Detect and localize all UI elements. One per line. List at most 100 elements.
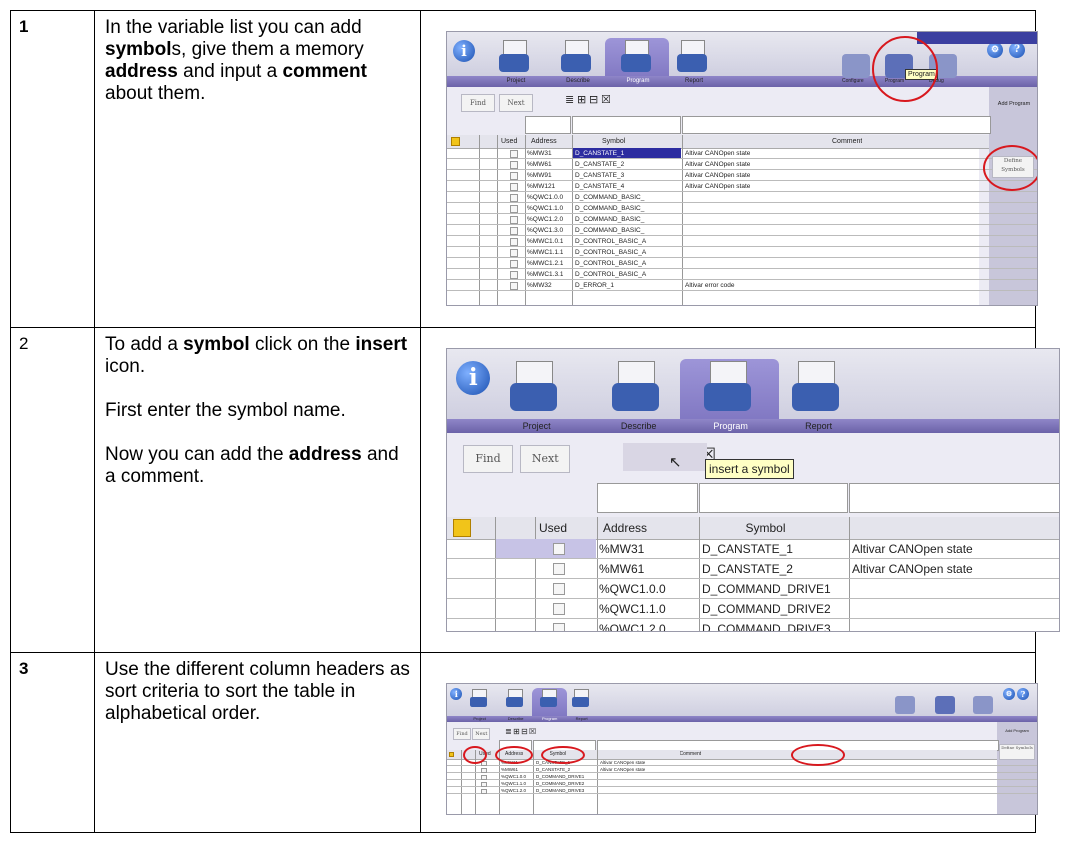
append-symbol-icon[interactable]: ⊟ [589,92,598,108]
comment-cell[interactable]: Altivar error code [685,280,735,291]
delete-symbol-icon[interactable]: ☒ [601,92,611,108]
config-configure-icon[interactable] [842,54,870,78]
used-checkbox[interactable] [510,161,518,169]
comment-cell[interactable]: Altivar CANOpen state [600,766,645,773]
address-cell[interactable]: %QWC1.2.0 [527,214,563,225]
tab-report-icon[interactable] [792,361,845,414]
used-checkbox[interactable] [553,563,565,576]
symbol-cell[interactable]: D_CANSTATE_1 [575,148,681,159]
address-cell[interactable]: %QWC1.2.0 [599,619,666,631]
address-cell[interactable]: %MWC1.3.1 [527,269,563,280]
address-cell[interactable]: %MW31 [599,539,644,559]
used-checkbox[interactable] [510,260,518,268]
symbol-cell[interactable]: D_COMMAND_BASIC_ [575,214,681,225]
used-checkbox[interactable] [553,583,565,596]
used-checkbox[interactable] [553,543,565,556]
address-cell[interactable]: %QWC1.0.0 [527,192,563,203]
used-checkbox[interactable] [481,767,487,774]
symbol-cell[interactable]: D_COMMAND_DRIVE2 [702,599,848,619]
next-button[interactable]: Next [520,445,571,473]
comment-cell[interactable]: Altivar CANOpen state [685,170,750,181]
column-header-used[interactable]: Used [539,518,567,538]
tab-describe-icon[interactable] [612,361,665,414]
tab-report-label[interactable]: Report [761,420,876,432]
symbol-edit-field[interactable] [597,483,698,513]
tab-program-icon[interactable] [621,40,655,74]
add-symbol-icon[interactable]: ≣ [505,727,512,737]
used-checkbox[interactable] [510,271,518,279]
used-checkbox[interactable] [481,781,487,788]
help-icon[interactable]: ? [1009,42,1025,58]
address-cell[interactable]: %MW61 [527,159,552,170]
column-header-address[interactable]: Address [531,136,557,147]
tab-program-icon[interactable] [540,689,559,708]
find-button[interactable]: Find [461,94,495,112]
comment-cell[interactable]: Altivar CANOpen state [852,539,973,559]
next-button[interactable]: Next [472,728,491,740]
address-cell[interactable]: %QWC1.2.0 [501,787,526,794]
tab-program-icon[interactable] [704,361,757,414]
address-cell[interactable]: %QWC1.0.0 [599,579,666,599]
symbol-cell[interactable]: D_COMMAND_BASIC_ [575,203,681,214]
used-checkbox[interactable] [510,238,518,246]
column-header-address[interactable]: Address [603,518,647,538]
tab-report-label[interactable]: Report [657,77,731,86]
settings-icon[interactable]: ⚙ [987,42,1003,58]
config-icon[interactable] [973,696,993,714]
address-cell[interactable]: %QWC1.3.0 [527,225,563,236]
config-icon[interactable] [895,696,915,714]
tab-project-icon[interactable] [470,689,489,708]
symbol-cell[interactable]: D_CANSTATE_2 [702,559,848,579]
comment-cell[interactable]: Altivar CANOpen state [685,181,750,192]
comment-edit-field[interactable] [572,116,681,134]
tab-report-icon[interactable] [572,689,591,708]
used-checkbox[interactable] [481,774,487,781]
address-cell[interactable]: %QWC1.1.0 [501,780,526,787]
used-checkbox[interactable] [510,150,518,158]
tab-project-icon[interactable] [510,361,563,414]
append-symbol-icon[interactable]: ⊟ [521,727,528,737]
tab-report-icon[interactable] [677,40,711,74]
comment-cell[interactable]: Altivar CANOpen state [600,759,645,766]
symbol-cell[interactable]: D_COMMAND_DRIVE2 [536,780,596,787]
info-icon[interactable]: i [453,40,475,62]
symbol-cell[interactable]: D_CANSTATE_4 [575,181,681,192]
column-header-comment[interactable]: Comment [680,751,702,758]
comment-cell[interactable]: Altivar CANOpen state [852,559,973,579]
symbol-cell[interactable]: D_CANSTATE_2 [575,159,681,170]
symbol-cell[interactable]: D_CONTROL_BASIC_A [575,247,681,258]
used-checkbox[interactable] [510,216,518,224]
comment-edit-field[interactable] [699,483,848,513]
address-cell[interactable]: %MW32 [527,280,552,291]
used-checkbox[interactable] [553,603,565,616]
column-header-used[interactable]: Used [501,136,517,147]
used-checkbox[interactable] [510,183,518,191]
column-header-symbol[interactable]: Symbol [746,518,786,538]
symbol-cell[interactable]: D_COMMAND_BASIC_ [575,192,681,203]
find-button[interactable]: Find [453,728,471,740]
symbol-cell[interactable]: D_COMMAND_DRIVE3 [702,619,848,631]
used-checkbox[interactable] [510,282,518,290]
define-symbols-button[interactable]: Define Symbols [999,744,1035,760]
tab-project-icon[interactable] [499,40,533,74]
comment-cell[interactable]: Altivar CANOpen state [685,159,750,170]
help-icon[interactable]: ? [1017,688,1029,700]
delete-symbol-icon[interactable]: ☒ [529,727,536,737]
settings-icon[interactable]: ⚙ [1003,688,1015,700]
column-header-symbol[interactable]: Symbol [602,136,625,147]
used-checkbox[interactable] [510,205,518,213]
symbol-cell[interactable]: D_CONTROL_BASIC_A [575,236,681,247]
symbol-cell[interactable]: D_CANSTATE_2 [536,766,596,773]
used-checkbox[interactable] [510,172,518,180]
address-cell[interactable]: %MW121 [527,181,555,192]
used-checkbox[interactable] [510,249,518,257]
used-checkbox[interactable] [481,788,487,795]
add-symbol-icon[interactable]: ≣ [565,92,574,108]
tab-project-label[interactable]: Project [459,717,500,721]
symbol-cell[interactable]: D_COMMAND_BASIC_ [575,225,681,236]
symbol-cell[interactable]: D_CANSTATE_1 [702,539,848,559]
tab-project-label[interactable]: Project [479,420,594,432]
address-cell[interactable]: %MW91 [527,170,552,181]
tab-report-label[interactable]: Report [561,717,602,721]
address-cell[interactable]: %MWC1.2.1 [527,258,563,269]
